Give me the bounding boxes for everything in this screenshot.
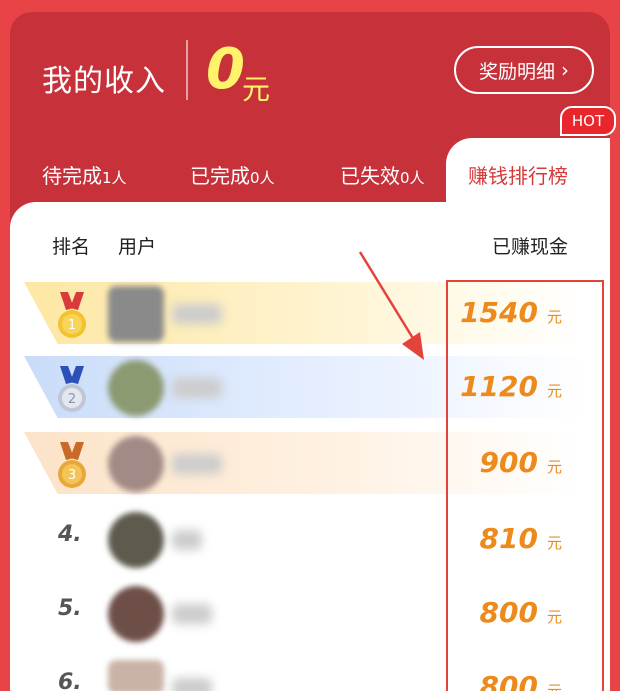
hot-badge: HOT: [560, 106, 616, 136]
silver-medal-icon: 2: [58, 366, 86, 412]
tab-leaderboard[interactable]: 赚钱排行榜: [468, 160, 568, 189]
user-name-blurred: [172, 530, 202, 550]
gold-medal-icon: 1: [58, 292, 86, 338]
avatar: [108, 436, 164, 492]
rank-number: 5.: [58, 596, 82, 621]
svg-text:1: 1: [68, 318, 76, 333]
reward-detail-label: 奖励明细: [478, 60, 555, 83]
header-rank: 排名: [52, 236, 91, 258]
rank-number: 4.: [58, 522, 82, 547]
divider: [186, 40, 188, 100]
annotation-highlight-box: [446, 280, 604, 691]
income-value: 0: [206, 37, 245, 102]
user-name-blurred: [172, 678, 212, 691]
header-earned: 已赚现金: [492, 236, 569, 258]
chevron-right-icon: ›: [561, 58, 569, 82]
rank-number: 6.: [58, 670, 82, 691]
income-label: 我的收入: [42, 64, 166, 99]
avatar: [108, 660, 164, 691]
user-name-blurred: [172, 454, 222, 474]
svg-text:3: 3: [68, 468, 76, 483]
avatar: [108, 586, 164, 642]
income-unit: 元: [242, 73, 271, 106]
bronze-medal-icon: 3: [58, 442, 86, 488]
avatar: [108, 286, 164, 342]
user-name-blurred: [172, 604, 212, 624]
tab-completed[interactable]: 已完成0人: [190, 160, 275, 189]
avatar: [108, 512, 164, 568]
user-name-blurred: [172, 304, 222, 324]
header-user: 用户: [118, 236, 157, 258]
tab-pending[interactable]: 待完成1人: [42, 160, 127, 189]
reward-detail-button[interactable]: 奖励明细 ›: [454, 46, 594, 94]
avatar: [108, 360, 164, 416]
user-name-blurred: [172, 378, 222, 398]
tab-expired[interactable]: 已失效0人: [340, 160, 425, 189]
svg-text:2: 2: [68, 392, 76, 407]
